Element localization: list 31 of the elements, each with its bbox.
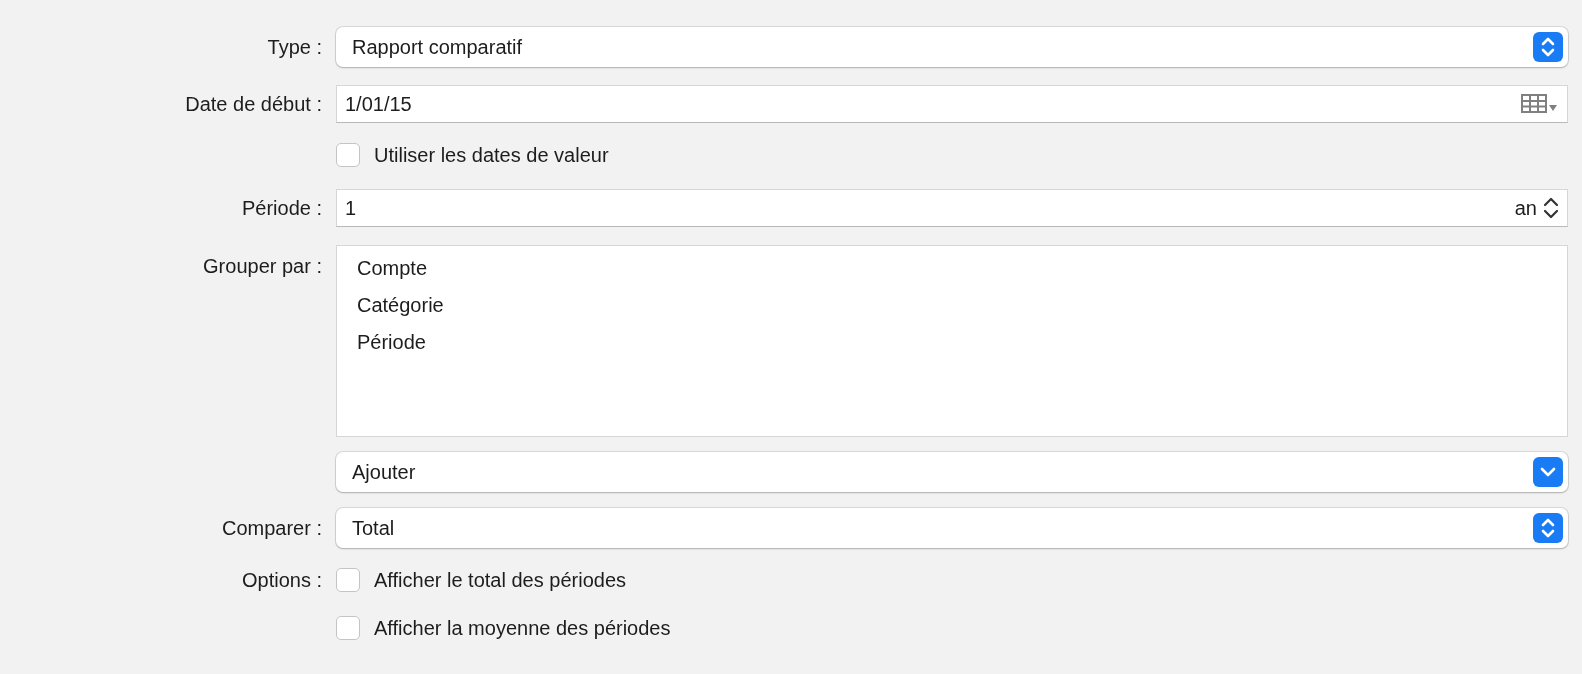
up-down-chevron-icon xyxy=(1543,196,1559,220)
field-label: Comparer : xyxy=(221,516,322,540)
field-label: Options : xyxy=(241,568,322,592)
list-item[interactable]: Compte xyxy=(357,257,428,279)
date-value: 1/01/15 xyxy=(345,92,412,116)
popup-value: Total xyxy=(352,516,395,540)
field-label: Grouper par : xyxy=(203,255,322,278)
checkbox-label: Afficher la moyenne des périodes xyxy=(374,616,671,640)
field-label: Type : xyxy=(267,35,322,59)
period-field[interactable]: 1 an xyxy=(336,189,1568,227)
date-field[interactable]: 1/01/15 xyxy=(336,85,1568,123)
checkbox-label: Afficher le total des périodes xyxy=(374,568,626,592)
field-label: Période : xyxy=(241,196,322,220)
checkbox[interactable] xyxy=(336,568,360,592)
field-label: Date de début : xyxy=(185,92,322,116)
list-item[interactable]: Période xyxy=(357,331,426,353)
up-down-chevron-icon xyxy=(1533,32,1563,62)
checkbox-label: Utiliser les dates de valeur xyxy=(374,143,609,167)
chevron-down-icon xyxy=(1533,457,1563,487)
up-down-chevron-icon xyxy=(1533,513,1563,543)
calendar-grid-icon xyxy=(1521,93,1559,115)
popup-button[interactable]: Total xyxy=(336,508,1568,548)
popup-button[interactable]: Rapport comparatif xyxy=(336,27,1568,67)
checkbox[interactable] xyxy=(336,143,360,167)
popup-value: Ajouter xyxy=(352,460,416,484)
list-item[interactable]: Catégorie xyxy=(357,294,444,316)
period-value: 1 xyxy=(345,196,357,220)
checkbox[interactable] xyxy=(336,616,360,640)
popup-value: Rapport comparatif xyxy=(352,35,523,59)
popup-button[interactable]: Ajouter xyxy=(336,452,1568,492)
unit-label: an xyxy=(1514,196,1537,220)
